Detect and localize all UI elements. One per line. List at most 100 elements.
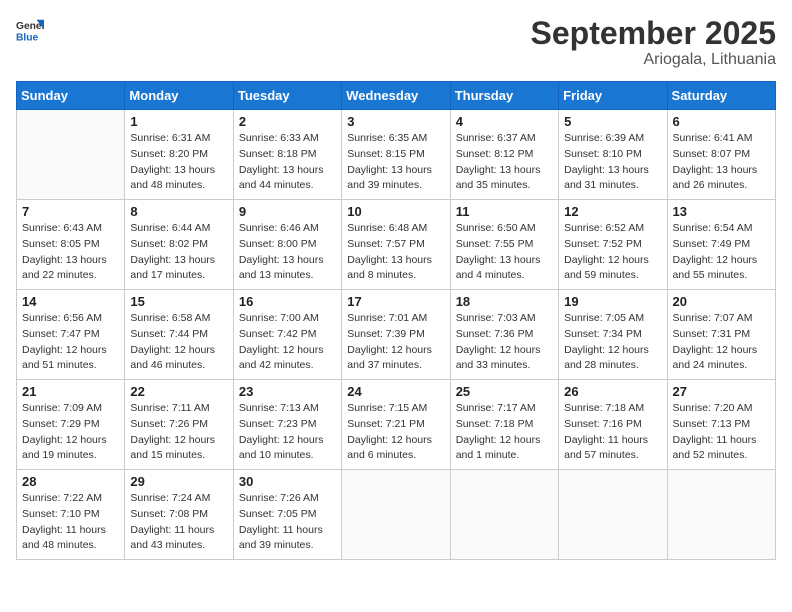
calendar-day-cell bbox=[559, 470, 667, 560]
logo-icon: General Blue bbox=[16, 16, 44, 44]
calendar-day-cell: 25 Sunrise: 7:17 AMSunset: 7:18 PMDayligh… bbox=[450, 380, 558, 470]
day-info: Sunrise: 7:18 AMSunset: 7:16 PMDaylight:… bbox=[564, 401, 661, 464]
day-info: Sunrise: 7:17 AMSunset: 7:18 PMDaylight:… bbox=[456, 401, 553, 464]
calendar-day-cell: 29 Sunrise: 7:24 AMSunset: 7:08 PMDayligh… bbox=[125, 470, 233, 560]
weekday-header-cell: Thursday bbox=[450, 82, 558, 110]
calendar-day-cell: 12 Sunrise: 6:52 AMSunset: 7:52 PMDayligh… bbox=[559, 200, 667, 290]
day-info: Sunrise: 7:24 AMSunset: 7:08 PMDaylight:… bbox=[130, 491, 227, 554]
day-number: 28 bbox=[22, 474, 119, 489]
calendar-day-cell: 14Sunrise: 6:56 AMSunset: 7:47 PMDayligh… bbox=[17, 290, 125, 380]
day-info: Sunrise: 7:01 AMSunset: 7:39 PMDaylight:… bbox=[347, 311, 444, 374]
title-area: September 2025 Ariogala, Lithuania bbox=[531, 16, 776, 69]
day-info: Sunrise: 6:52 AMSunset: 7:52 PMDaylight:… bbox=[564, 221, 661, 284]
calendar-week-row: 21 Sunrise: 7:09 AMSunset: 7:29 PMDayligh… bbox=[17, 380, 776, 470]
day-number: 23 bbox=[239, 384, 336, 399]
calendar-day-cell: 1Sunrise: 6:31 AMSunset: 8:20 PMDaylight… bbox=[125, 110, 233, 200]
day-number: 18 bbox=[456, 294, 553, 309]
calendar-day-cell: 24 Sunrise: 7:15 AMSunset: 7:21 PMDayligh… bbox=[342, 380, 450, 470]
day-number: 13 bbox=[673, 204, 770, 219]
day-info: Sunrise: 7:20 AMSunset: 7:13 PMDaylight:… bbox=[673, 401, 770, 464]
logo: General Blue bbox=[16, 16, 44, 44]
day-info: Sunrise: 6:41 AMSunset: 8:07 PMDaylight:… bbox=[673, 131, 770, 194]
day-info: Sunrise: 6:44 AMSunset: 8:02 PMDaylight:… bbox=[130, 221, 227, 284]
calendar-week-row: 1Sunrise: 6:31 AMSunset: 8:20 PMDaylight… bbox=[17, 110, 776, 200]
day-info: Sunrise: 6:58 AMSunset: 7:44 PMDaylight:… bbox=[130, 311, 227, 374]
day-info: Sunrise: 6:35 AMSunset: 8:15 PMDaylight:… bbox=[347, 131, 444, 194]
day-number: 19 bbox=[564, 294, 661, 309]
calendar-day-cell: 9 Sunrise: 6:46 AMSunset: 8:00 PMDaylight… bbox=[233, 200, 341, 290]
day-info: Sunrise: 7:22 AMSunset: 7:10 PMDaylight:… bbox=[22, 491, 119, 554]
day-info: Sunrise: 7:07 AMSunset: 7:31 PMDaylight:… bbox=[673, 311, 770, 374]
month-title: September 2025 bbox=[531, 16, 776, 51]
calendar-table: SundayMondayTuesdayWednesdayThursdayFrid… bbox=[16, 81, 776, 560]
calendar-day-cell: 3 Sunrise: 6:35 AMSunset: 8:15 PMDaylight… bbox=[342, 110, 450, 200]
calendar-week-row: 28 Sunrise: 7:22 AMSunset: 7:10 PMDayligh… bbox=[17, 470, 776, 560]
day-number: 26 bbox=[564, 384, 661, 399]
weekday-header-cell: Friday bbox=[559, 82, 667, 110]
weekday-header-cell: Tuesday bbox=[233, 82, 341, 110]
day-number: 9 bbox=[239, 204, 336, 219]
day-info: Sunrise: 7:13 AMSunset: 7:23 PMDaylight:… bbox=[239, 401, 336, 464]
day-info: Sunrise: 7:11 AMSunset: 7:26 PMDaylight:… bbox=[130, 401, 227, 464]
weekday-header-row: SundayMondayTuesdayWednesdayThursdayFrid… bbox=[17, 82, 776, 110]
calendar-week-row: 14Sunrise: 6:56 AMSunset: 7:47 PMDayligh… bbox=[17, 290, 776, 380]
day-info: Sunrise: 6:39 AMSunset: 8:10 PMDaylight:… bbox=[564, 131, 661, 194]
day-info: Sunrise: 6:33 AMSunset: 8:18 PMDaylight:… bbox=[239, 131, 336, 194]
calendar-day-cell: 6 Sunrise: 6:41 AMSunset: 8:07 PMDaylight… bbox=[667, 110, 775, 200]
calendar-day-cell: 26 Sunrise: 7:18 AMSunset: 7:16 PMDayligh… bbox=[559, 380, 667, 470]
weekday-header-cell: Sunday bbox=[17, 82, 125, 110]
day-number: 17 bbox=[347, 294, 444, 309]
day-number: 5 bbox=[564, 114, 661, 129]
day-number: 25 bbox=[456, 384, 553, 399]
day-info: Sunrise: 7:05 AMSunset: 7:34 PMDaylight:… bbox=[564, 311, 661, 374]
day-info: Sunrise: 6:43 AMSunset: 8:05 PMDaylight:… bbox=[22, 221, 119, 284]
day-number: 30 bbox=[239, 474, 336, 489]
calendar-day-cell: 4Sunrise: 6:37 AMSunset: 8:12 PMDaylight… bbox=[450, 110, 558, 200]
calendar-day-cell: 22 Sunrise: 7:11 AMSunset: 7:26 PMDayligh… bbox=[125, 380, 233, 470]
calendar-day-cell: 23 Sunrise: 7:13 AMSunset: 7:23 PMDayligh… bbox=[233, 380, 341, 470]
calendar-day-cell: 20Sunrise: 7:07 AMSunset: 7:31 PMDayligh… bbox=[667, 290, 775, 380]
day-info: Sunrise: 6:46 AMSunset: 8:00 PMDaylight:… bbox=[239, 221, 336, 284]
day-info: Sunrise: 7:09 AMSunset: 7:29 PMDaylight:… bbox=[22, 401, 119, 464]
day-number: 21 bbox=[22, 384, 119, 399]
calendar-day-cell: 11 Sunrise: 6:50 AMSunset: 7:55 PMDayligh… bbox=[450, 200, 558, 290]
day-info: Sunrise: 7:26 AMSunset: 7:05 PMDaylight:… bbox=[239, 491, 336, 554]
calendar-day-cell: 27Sunrise: 7:20 AMSunset: 7:13 PMDayligh… bbox=[667, 380, 775, 470]
calendar-day-cell: 8 Sunrise: 6:44 AMSunset: 8:02 PMDaylight… bbox=[125, 200, 233, 290]
day-info: Sunrise: 6:48 AMSunset: 7:57 PMDaylight:… bbox=[347, 221, 444, 284]
calendar-day-cell: 28 Sunrise: 7:22 AMSunset: 7:10 PMDayligh… bbox=[17, 470, 125, 560]
calendar-day-cell: 21 Sunrise: 7:09 AMSunset: 7:29 PMDayligh… bbox=[17, 380, 125, 470]
calendar-day-cell bbox=[667, 470, 775, 560]
day-number: 6 bbox=[673, 114, 770, 129]
header: General Blue September 2025 Ariogala, Li… bbox=[16, 16, 776, 69]
calendar-day-cell: 10 Sunrise: 6:48 AMSunset: 7:57 PMDayligh… bbox=[342, 200, 450, 290]
calendar-day-cell: 18Sunrise: 7:03 AMSunset: 7:36 PMDayligh… bbox=[450, 290, 558, 380]
calendar-day-cell bbox=[450, 470, 558, 560]
svg-text:Blue: Blue bbox=[16, 32, 39, 43]
calendar-day-cell: 16Sunrise: 7:00 AMSunset: 7:42 PMDayligh… bbox=[233, 290, 341, 380]
day-number: 8 bbox=[130, 204, 227, 219]
day-info: Sunrise: 7:15 AMSunset: 7:21 PMDaylight:… bbox=[347, 401, 444, 464]
location-title: Ariogala, Lithuania bbox=[531, 51, 776, 69]
day-number: 24 bbox=[347, 384, 444, 399]
calendar-day-cell: 7 Sunrise: 6:43 AMSunset: 8:05 PMDaylight… bbox=[17, 200, 125, 290]
day-number: 10 bbox=[347, 204, 444, 219]
calendar-day-cell: 30 Sunrise: 7:26 AMSunset: 7:05 PMDayligh… bbox=[233, 470, 341, 560]
day-number: 29 bbox=[130, 474, 227, 489]
calendar-day-cell: 17 Sunrise: 7:01 AMSunset: 7:39 PMDayligh… bbox=[342, 290, 450, 380]
calendar-day-cell: 13Sunrise: 6:54 AMSunset: 7:49 PMDayligh… bbox=[667, 200, 775, 290]
day-number: 12 bbox=[564, 204, 661, 219]
calendar-day-cell: 2Sunrise: 6:33 AMSunset: 8:18 PMDaylight… bbox=[233, 110, 341, 200]
day-info: Sunrise: 6:50 AMSunset: 7:55 PMDaylight:… bbox=[456, 221, 553, 284]
day-number: 22 bbox=[130, 384, 227, 399]
calendar-body: 1Sunrise: 6:31 AMSunset: 8:20 PMDaylight… bbox=[17, 110, 776, 560]
day-number: 7 bbox=[22, 204, 119, 219]
day-number: 16 bbox=[239, 294, 336, 309]
day-number: 11 bbox=[456, 204, 553, 219]
day-number: 15 bbox=[130, 294, 227, 309]
day-info: Sunrise: 6:56 AMSunset: 7:47 PMDaylight:… bbox=[22, 311, 119, 374]
weekday-header-cell: Saturday bbox=[667, 82, 775, 110]
day-number: 3 bbox=[347, 114, 444, 129]
weekday-header-cell: Monday bbox=[125, 82, 233, 110]
calendar-day-cell: 19 Sunrise: 7:05 AMSunset: 7:34 PMDayligh… bbox=[559, 290, 667, 380]
